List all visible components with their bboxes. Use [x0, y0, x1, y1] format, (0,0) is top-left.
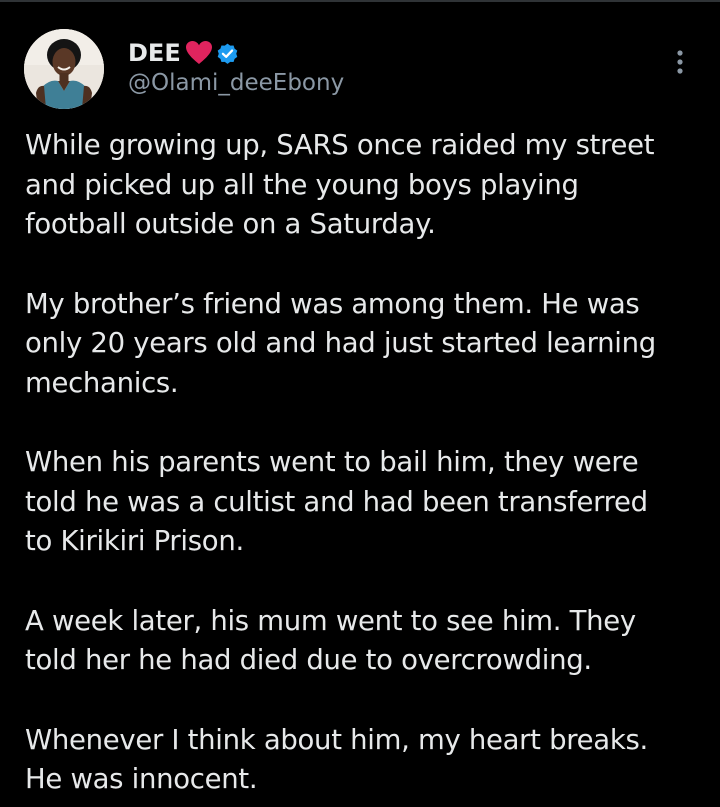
avatar[interactable] — [24, 29, 104, 109]
text-line: When his parents went to bail him, they … — [25, 446, 639, 478]
red-heart-icon — [185, 40, 213, 66]
text-line: mechanics. — [25, 366, 179, 399]
tweet-paragraph: While growing up, SARS once raided my st… — [25, 126, 705, 245]
display-name[interactable]: DEE — [128, 39, 181, 67]
text-line: and picked up all the young boys playing — [25, 168, 579, 201]
more-options-button[interactable] — [664, 44, 696, 80]
text-line: told he was a cultist and had been trans… — [25, 485, 648, 518]
more-options-icon — [677, 50, 683, 74]
tweet-card: DEE @Olami_deeEbony While growing up, SA… — [0, 0, 720, 807]
text-line: to Kirikiri Prison. — [25, 525, 244, 557]
verified-icon — [215, 41, 240, 66]
text-line: told her he had died due to overcrowding… — [25, 644, 592, 676]
text-line: He was innocent. — [25, 763, 258, 795]
avatar-image — [24, 29, 104, 109]
tweet-text: While growing up, SARS once raided my st… — [25, 126, 705, 800]
text-line: only 20 years old and had just started l… — [25, 327, 656, 359]
tweet-paragraph: A week later, his mum went to see him. T… — [25, 602, 705, 681]
author-name-row[interactable]: DEE — [128, 36, 240, 70]
tweet-paragraph: When his parents went to bail him, they … — [25, 443, 705, 562]
text-line: While growing up, SARS once raided my st… — [25, 129, 655, 161]
text-line: A week later, his mum went to see him. T… — [25, 604, 636, 637]
text-line: football outside on a Saturday. — [25, 208, 436, 240]
text-line: My brother’s friend was among them. He w… — [25, 287, 640, 320]
top-divider — [0, 0, 720, 2]
tweet-paragraph: My brother’s friend was among them. He w… — [25, 285, 705, 404]
text-line: Whenever I think about him, my heart bre… — [25, 723, 648, 756]
tweet-paragraph: Whenever I think about him, my heart bre… — [25, 721, 705, 800]
author-handle[interactable]: @Olami_deeEbony — [128, 70, 344, 96]
